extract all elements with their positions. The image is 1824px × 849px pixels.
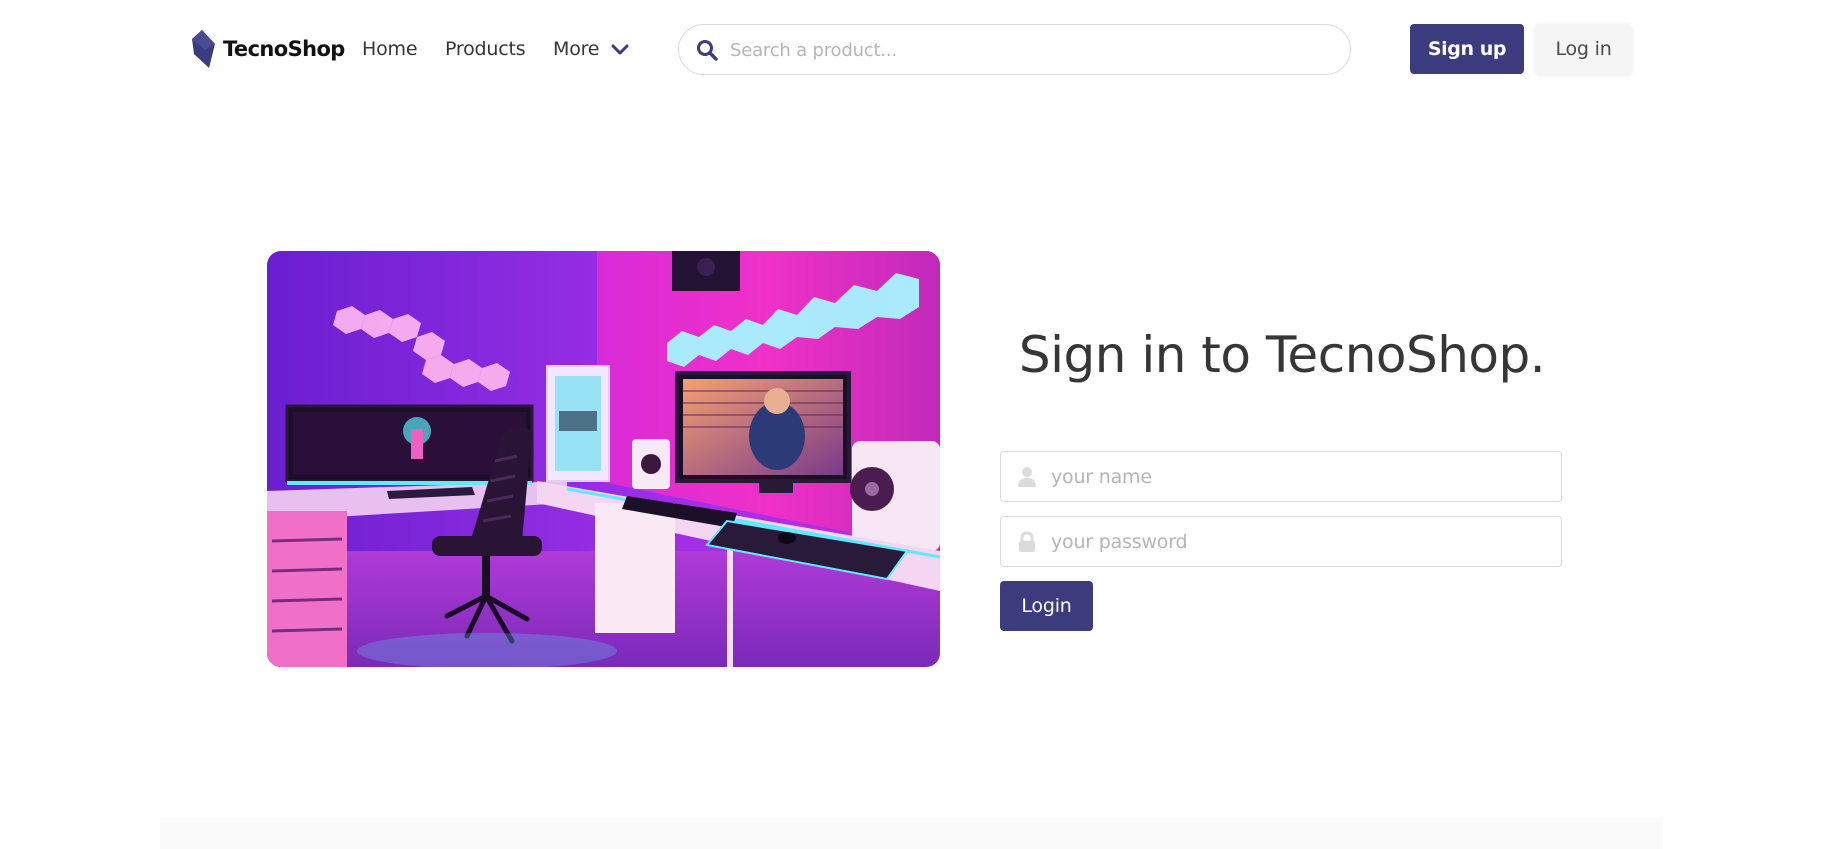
nav-home-link[interactable]: Home bbox=[362, 36, 418, 63]
search-input[interactable] bbox=[730, 35, 1330, 65]
search-bar bbox=[678, 24, 1351, 75]
name-field bbox=[1000, 451, 1562, 502]
name-input[interactable] bbox=[1051, 462, 1541, 492]
nav-products-link[interactable]: Products bbox=[445, 36, 526, 63]
brand-name: TecnoShop bbox=[223, 37, 345, 61]
gaming-setup-image bbox=[267, 251, 940, 667]
nav-more-dropdown[interactable]: More bbox=[553, 36, 629, 63]
sign-up-button[interactable]: Sign up bbox=[1410, 24, 1524, 74]
footer bbox=[160, 818, 1663, 849]
login-submit-button[interactable]: Login bbox=[1000, 581, 1093, 631]
login-title: Sign in to TecnoShop. bbox=[1018, 326, 1546, 384]
nav-more-label: More bbox=[553, 38, 600, 60]
brand-link[interactable]: TecnoShop bbox=[191, 30, 345, 68]
password-input[interactable] bbox=[1051, 527, 1541, 557]
user-icon bbox=[1018, 467, 1036, 487]
log-in-button[interactable]: Log in bbox=[1535, 24, 1632, 74]
lock-icon bbox=[1019, 531, 1035, 552]
password-field bbox=[1000, 516, 1562, 567]
search-icon bbox=[697, 40, 718, 61]
chevron-down-icon bbox=[611, 44, 629, 54]
tecnoshop-logo-icon bbox=[192, 30, 215, 68]
top-navbar: TecnoShop Home Products More Sign up Log… bbox=[0, 0, 1824, 100]
